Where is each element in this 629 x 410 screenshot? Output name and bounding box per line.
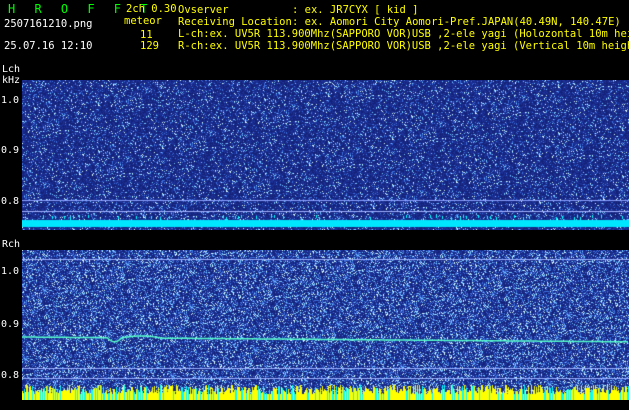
lch-ytick-0-9: 0.9 xyxy=(1,145,20,156)
lch-unit-label: kHz xyxy=(2,75,21,86)
lch-ytick-1-0: 1.0 xyxy=(1,95,20,106)
count-r-label: 129 xyxy=(140,40,159,52)
location-label: Receiving Location xyxy=(178,16,292,28)
observer-label: Ovserver xyxy=(178,4,229,16)
observer-value: : ex. JR7CYX [ kid ] xyxy=(292,4,419,16)
location-value: : ex. Aomori City Aomori-Pref.JAPAN(40.4… xyxy=(292,16,621,28)
filename-label: 2507161210.png xyxy=(4,18,93,30)
rch-ytick-0-9: 0.9 xyxy=(1,319,20,330)
rch-spectrogram xyxy=(22,250,629,400)
lch-ytick-0-8: 0.8 xyxy=(1,196,20,207)
lch-label: Lch xyxy=(2,64,21,75)
rch-label: Rch xyxy=(2,239,21,250)
rch-ytick-1-0: 1.0 xyxy=(1,266,20,277)
mode-label: 2ch 0.30 xyxy=(126,3,177,15)
lch-spectrogram xyxy=(22,80,629,230)
rch-ytick-0-8: 0.8 xyxy=(1,370,20,381)
lch-info: L-ch:ex. UV5R 113.900Mhz(SAPPORO VOR)USB… xyxy=(178,28,629,40)
rch-info: R-ch:ex. UV5R 113.900Mhz(SAPPORO VOR)USB… xyxy=(178,40,629,52)
datetime-label: 25.07.16 12:10 xyxy=(4,40,93,52)
category-label: meteor xyxy=(124,15,162,27)
